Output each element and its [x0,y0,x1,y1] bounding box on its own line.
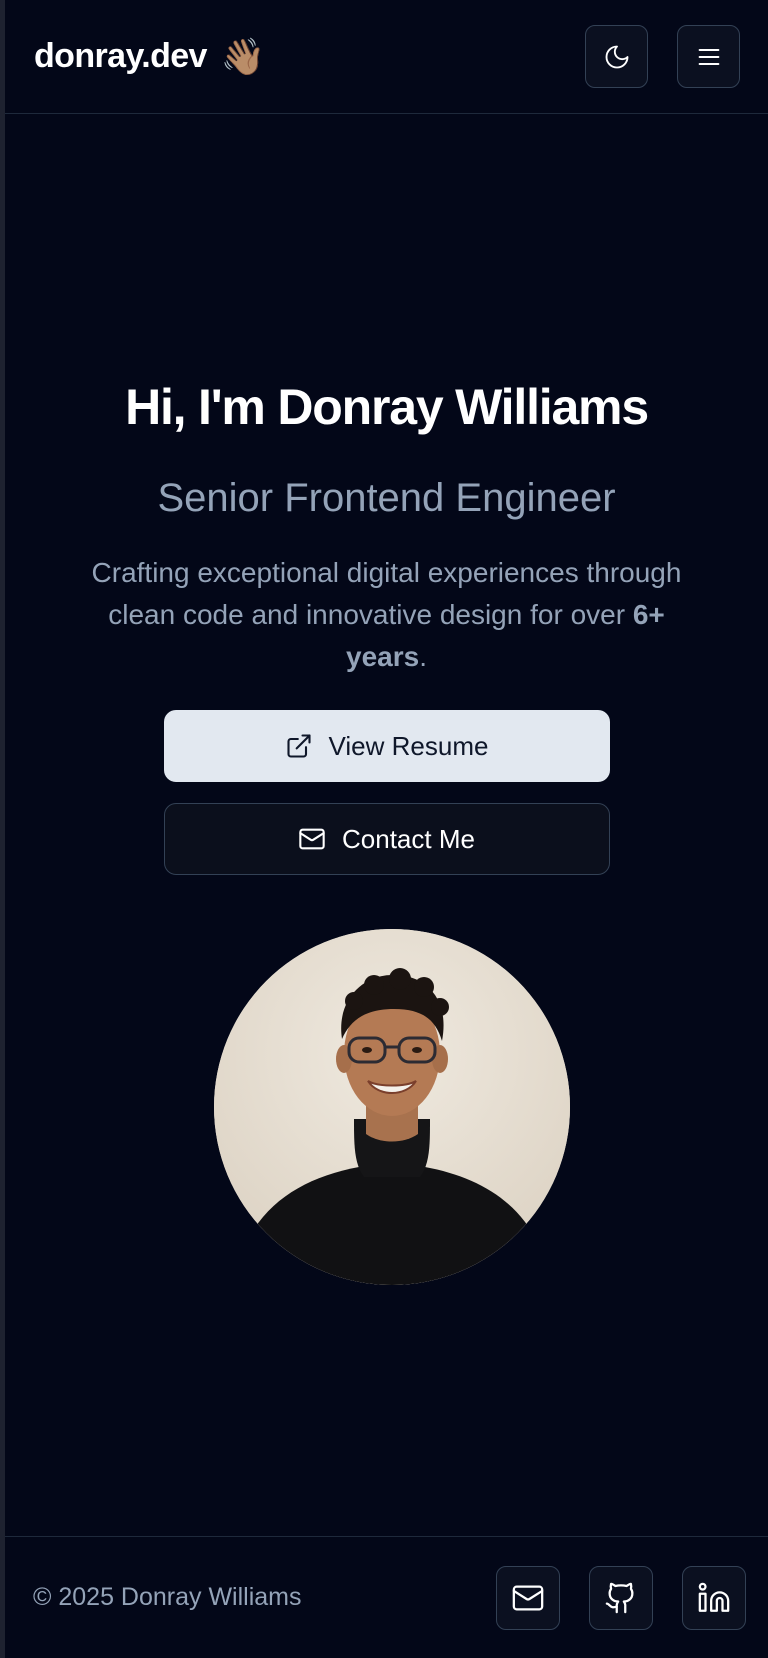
menu-button[interactable] [677,25,740,88]
social-links [496,1565,768,1630]
email-link[interactable] [496,1565,560,1630]
mail-icon [299,828,325,850]
hero-description: Crafting exceptional digital experiences… [67,552,707,678]
contact-me-label: Contact Me [342,823,475,854]
hamburger-menu-icon [698,48,719,65]
page: donray.dev 👋🏽 Hi, I'm Donray Williams Se… [0,0,768,1658]
portrait-image [214,929,570,1285]
wave-emoji-icon: 👋🏽 [220,35,266,77]
linkedin-link[interactable] [682,1565,746,1630]
site-header: donray.dev 👋🏽 [5,0,768,114]
github-link[interactable] [589,1565,653,1630]
external-link-icon [286,734,311,758]
hero-description-end: . [419,641,427,672]
copyright-text: © 2025 Donray Williams [33,1583,302,1611]
linkedin-icon [698,1582,730,1612]
hero-title: Hi, I'm Donray Williams [125,379,649,435]
hero-description-text: Crafting exceptional digital experiences… [91,557,682,630]
hero-section: Hi, I'm Donray Williams Senior Frontend … [5,372,768,875]
view-resume-label: View Resume [328,730,489,761]
contact-me-button[interactable]: Contact Me [163,803,610,875]
theme-toggle-button[interactable] [585,25,648,88]
profile-photo [214,929,570,1285]
view-resume-button[interactable]: View Resume [163,710,610,782]
moon-icon [605,45,628,68]
hero-subtitle: Senior Frontend Engineer [157,476,616,520]
mail-icon [512,1585,544,1610]
brand[interactable]: donray.dev 👋🏽 [34,37,266,76]
brand-name[interactable]: donray.dev [34,37,207,76]
site-footer: © 2025 Donray Williams [5,1536,768,1658]
header-actions [585,25,740,88]
github-icon [605,1582,634,1613]
